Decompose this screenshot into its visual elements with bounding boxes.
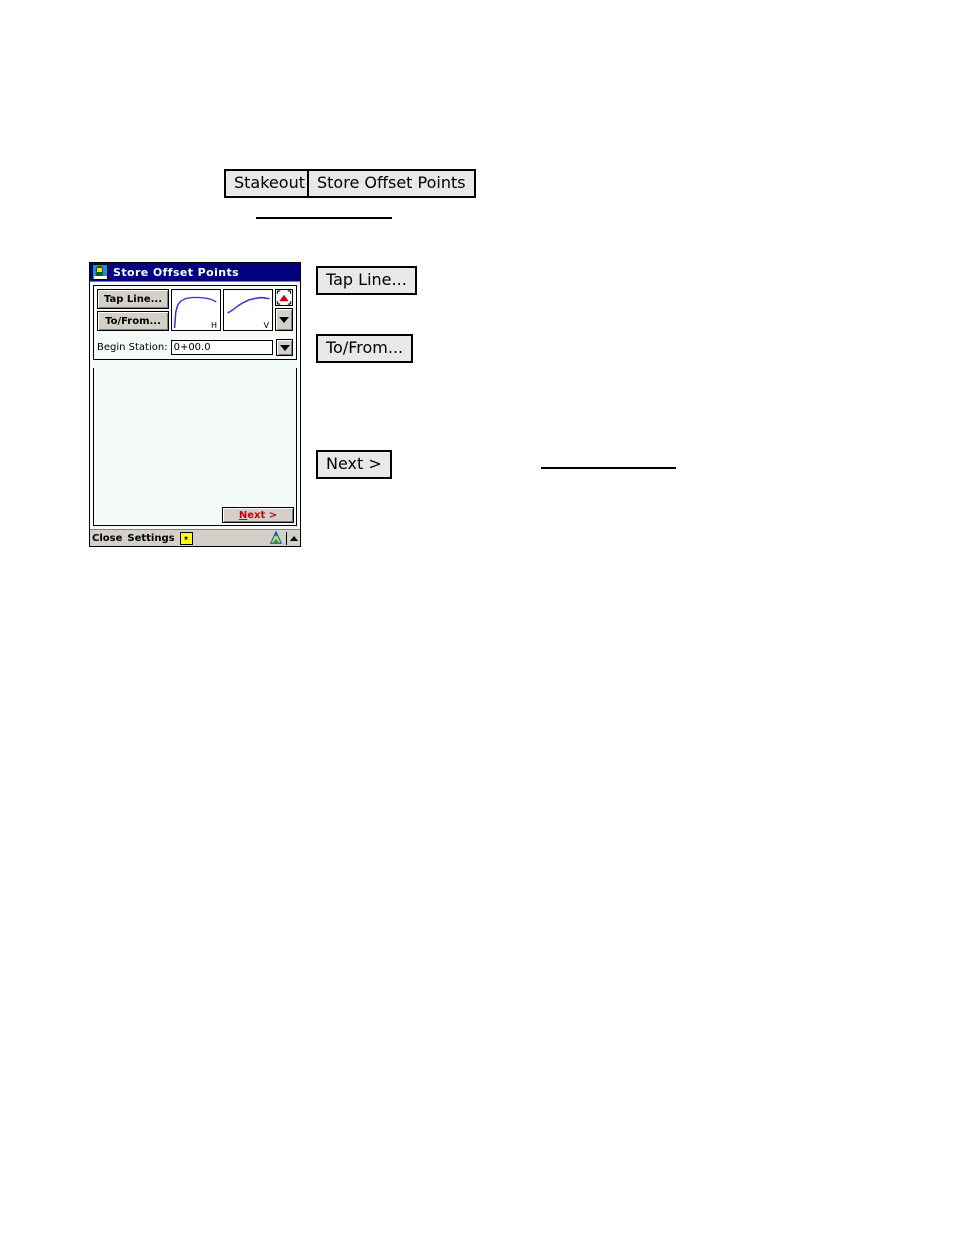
window-client-area: Tap Line... To/From... H V Begin Station… <box>90 281 300 529</box>
settings-star-icon[interactable] <box>179 531 193 545</box>
callout-to-from: To/From... <box>316 334 414 363</box>
chevron-down-icon <box>279 344 290 351</box>
window-titlebar: Store Offset Points <box>90 263 300 281</box>
begin-station-dropdown-button[interactable] <box>276 339 293 356</box>
horizontal-alignment-label: H <box>210 321 217 330</box>
doc-rule-right <box>541 467 676 469</box>
content-area: Next > <box>93 368 297 526</box>
next-button-label: ext > <box>247 509 278 521</box>
settings-button[interactable]: Settings <box>127 533 174 544</box>
line-buttons-group: Tap Line... To/From... <box>97 289 169 331</box>
doc-rule-top <box>256 217 392 219</box>
callout-tap-line: Tap Line... <box>316 266 417 295</box>
chevron-down-icon <box>279 316 289 323</box>
to-from-button[interactable]: To/From... <box>97 311 169 331</box>
statusbar-divider <box>286 531 287 545</box>
window-statusbar: Close Settings <box>90 529 300 546</box>
callout-next: Next > <box>316 450 392 479</box>
callout-store-offset-points: Store Offset Points <box>307 169 476 198</box>
callout-tap-line-label: Tap Line... <box>326 270 407 289</box>
begin-station-label: Begin Station: <box>97 342 168 353</box>
vertical-alignment-label: V <box>263 321 269 330</box>
total-station-glyph <box>269 531 283 544</box>
window-title: Store Offset Points <box>113 265 240 279</box>
store-offset-points-window: Store Offset Points Tap Line... To/From.… <box>89 262 301 547</box>
vertical-alignment-thumbnail[interactable]: V <box>223 289 273 331</box>
callout-next-label: Next > <box>326 454 382 473</box>
alignment-tools-column <box>275 289 293 331</box>
callout-to-from-label: To/From... <box>326 338 404 357</box>
zoom-extents-icon[interactable] <box>275 289 293 306</box>
to-from-button-label: To/From... <box>105 315 161 327</box>
begin-station-input[interactable]: 0+00.0 <box>170 340 273 355</box>
close-button[interactable]: Close <box>92 533 122 544</box>
callout-stakeout-label: Stakeout <box>234 173 305 192</box>
next-button[interactable]: Next > <box>222 507 294 523</box>
total-station-icon[interactable] <box>269 531 283 545</box>
chevron-up-icon[interactable] <box>290 535 298 541</box>
begin-station-row: Begin Station: 0+00.0 <box>97 339 293 356</box>
tap-line-button[interactable]: Tap Line... <box>97 289 169 309</box>
alignment-panel: Tap Line... To/From... H V Begin Station… <box>93 285 297 360</box>
callout-stakeout: Stakeout <box>224 169 315 198</box>
app-icon <box>92 264 108 280</box>
alignment-dropdown-button[interactable] <box>275 308 293 331</box>
alignment-row: Tap Line... To/From... H V <box>97 289 293 331</box>
horizontal-alignment-thumbnail[interactable]: H <box>171 289 221 331</box>
next-button-accel: N <box>238 509 248 521</box>
callout-store-offset-points-label: Store Offset Points <box>317 173 466 192</box>
zoom-extents-glyph <box>276 290 292 305</box>
tap-line-button-label: Tap Line... <box>103 293 163 305</box>
